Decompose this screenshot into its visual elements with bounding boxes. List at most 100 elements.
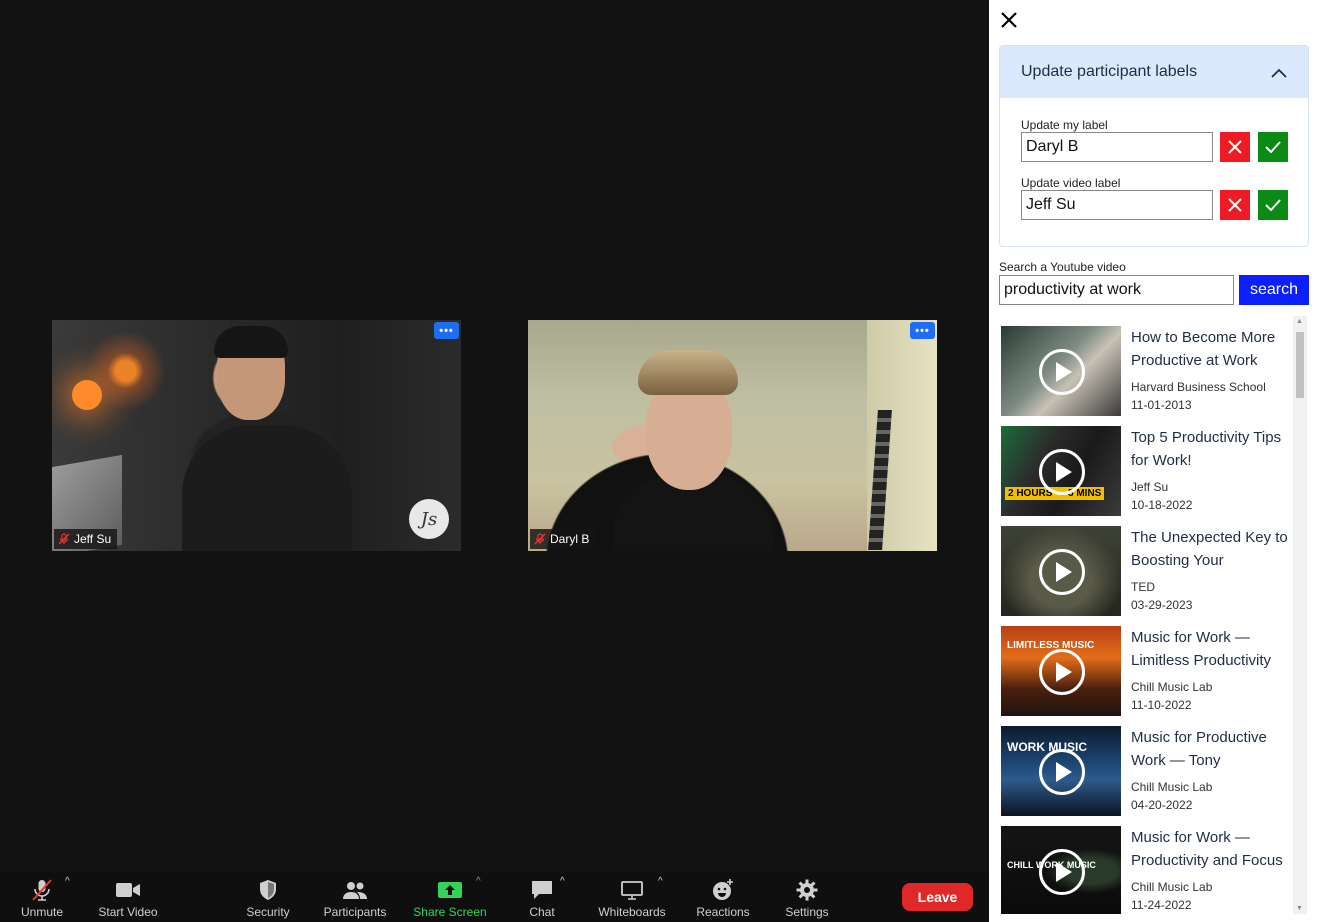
chat-label: Chat <box>529 905 555 919</box>
participants-icon <box>343 882 367 899</box>
list-item[interactable]: WORK MUSIC Music for Productive Work — T… <box>999 716 1296 816</box>
list-item[interactable]: LIMITLESS MUSIC Music for Work — Limitle… <box>999 616 1296 716</box>
youtube-search-input[interactable] <box>999 275 1234 305</box>
video-tile-jeff[interactable]: Js ••• Jeff Su <box>52 320 461 551</box>
logo-watermark: Js <box>409 499 449 539</box>
start-video-button[interactable]: Start Video <box>96 872 160 922</box>
video-label-input[interactable] <box>1021 190 1213 220</box>
participant-name: Jeff Su <box>74 532 112 546</box>
audio-options-caret[interactable]: ^ <box>65 876 70 887</box>
settings-button[interactable]: Settings <box>780 872 834 922</box>
accordion-header[interactable]: Update participant labels <box>1000 46 1308 98</box>
video-title[interactable]: Music for Work — Limitless Productivity <box>1131 626 1296 672</box>
reactions-button[interactable]: Reactions <box>694 872 752 922</box>
video-channel: Chill Music Lab <box>1131 880 1213 894</box>
participant-name-tag: Jeff Su <box>54 529 118 549</box>
play-icon <box>1039 549 1085 595</box>
video-thumbnail[interactable]: LIMITLESS MUSIC <box>1001 626 1121 716</box>
results-scrollbar[interactable]: ▲ ▼ <box>1293 316 1307 914</box>
play-icon <box>1039 649 1085 695</box>
side-panel: Update participant labels Update my labe… <box>989 0 1319 922</box>
list-item[interactable]: CHILL WORK MUSIC Music for Work — Produc… <box>999 816 1296 914</box>
more-options-button[interactable]: ••• <box>434 322 459 339</box>
video-title[interactable]: How to Become More Productive at Work <box>1131 326 1296 372</box>
scroll-up-arrow-icon[interactable]: ▲ <box>1296 318 1303 325</box>
chevron-up-icon[interactable] <box>1270 64 1288 82</box>
app-window: Js ••• Jeff Su ••• Daryl B Unmute ^ Star… <box>0 0 1319 922</box>
search-caption: Search a Youtube video <box>999 260 1126 274</box>
video-title[interactable]: Music for Productive Work — Tony <box>1131 726 1296 772</box>
video-channel: TED <box>1131 580 1155 594</box>
whiteboard-icon <box>621 881 643 900</box>
settings-label: Settings <box>785 905 829 919</box>
participant-name: Daryl B <box>550 532 590 546</box>
play-icon <box>1039 749 1085 795</box>
checkmark-icon <box>1265 199 1281 211</box>
play-icon <box>1039 349 1085 395</box>
video-title[interactable]: Top 5 Productivity Tips for Work! <box>1131 426 1296 472</box>
list-item[interactable]: The Unexpected Key to Boosting Your TED … <box>999 516 1296 616</box>
participants-button[interactable]: Participants <box>320 872 390 922</box>
share-screen-label: Share Screen <box>413 905 487 919</box>
cancel-video-label-button[interactable] <box>1220 190 1250 220</box>
my-label-input[interactable] <box>1021 132 1213 162</box>
gear-icon <box>796 879 818 901</box>
video-results-list: How to Become More Productive at Work Ha… <box>999 316 1309 914</box>
video-title[interactable]: Music for Work — Productivity and Focus <box>1131 826 1296 872</box>
thumbnail-text: WORK MUSIC <box>1007 740 1087 754</box>
chat-button[interactable]: Chat <box>520 872 564 922</box>
close-icon[interactable] <box>999 10 1019 30</box>
chat-bubble-icon <box>532 881 552 899</box>
video-date: 11-10-2022 <box>1131 698 1192 712</box>
participant-labels-accordion: Update participant labels Update my labe… <box>999 45 1309 247</box>
list-item[interactable]: 2 HOURS → 5 MINS Top 5 Productivity Tips… <box>999 416 1296 516</box>
video-date: 03-29-2023 <box>1131 598 1193 612</box>
video-date: 11-24-2022 <box>1131 898 1192 912</box>
video-camera-icon <box>116 883 140 897</box>
participants-label: Participants <box>323 905 387 919</box>
smiley-plus-icon <box>713 879 733 900</box>
checkmark-icon <box>1265 141 1281 153</box>
video-channel: Jeff Su <box>1131 480 1169 494</box>
video-tile-daryl[interactable]: ••• Daryl B <box>528 320 937 551</box>
reactions-label: Reactions <box>696 905 750 919</box>
video-channel: Harvard Business School <box>1131 380 1266 394</box>
whiteboards-label: Whiteboards <box>598 905 666 919</box>
play-icon <box>1039 849 1085 895</box>
confirm-my-label-button[interactable] <box>1258 132 1288 162</box>
thumbnail-text: LIMITLESS MUSIC <box>1007 640 1095 651</box>
video-title[interactable]: The Unexpected Key to Boosting Your <box>1131 526 1296 572</box>
video-label-caption: Update video label <box>1021 176 1121 190</box>
video-thumbnail[interactable]: CHILL WORK MUSIC <box>1001 826 1121 914</box>
search-button[interactable]: search <box>1239 275 1309 305</box>
close-icon <box>1228 140 1242 154</box>
confirm-video-label-button[interactable] <box>1258 190 1288 220</box>
share-options-caret[interactable]: ^ <box>476 876 481 887</box>
video-thumbnail[interactable]: WORK MUSIC <box>1001 726 1121 816</box>
scroll-down-arrow-icon[interactable]: ▼ <box>1296 905 1303 912</box>
video-thumbnail[interactable] <box>1001 526 1121 616</box>
muted-mic-icon <box>534 533 546 545</box>
muted-mic-icon <box>32 879 52 901</box>
video-channel: Chill Music Lab <box>1131 680 1213 694</box>
leave-button[interactable]: Leave <box>902 883 973 911</box>
chat-options-caret[interactable]: ^ <box>560 876 565 887</box>
share-screen-icon <box>438 882 462 898</box>
security-button[interactable]: Security <box>240 872 296 922</box>
video-thumbnail[interactable]: 2 HOURS → 5 MINS <box>1001 426 1121 516</box>
video-thumbnail[interactable] <box>1001 326 1121 416</box>
video-date: 10-18-2022 <box>1131 498 1193 512</box>
start-video-label: Start Video <box>98 905 158 919</box>
unmute-button[interactable]: Unmute <box>12 872 72 922</box>
list-item[interactable]: How to Become More Productive at Work Ha… <box>999 316 1296 416</box>
cancel-my-label-button[interactable] <box>1220 132 1250 162</box>
meeting-stage: Js ••• Jeff Su ••• Daryl B <box>0 0 989 922</box>
video-date: 11-01-2013 <box>1131 398 1192 412</box>
security-label: Security <box>246 905 290 919</box>
play-icon <box>1039 449 1085 495</box>
meeting-toolbar: Unmute ^ Start Video Security Participan… <box>0 872 989 922</box>
more-options-button[interactable]: ••• <box>910 322 935 339</box>
scroll-thumb[interactable] <box>1296 332 1304 398</box>
whiteboards-options-caret[interactable]: ^ <box>658 876 663 887</box>
accordion-title: Update participant labels <box>1021 63 1198 80</box>
